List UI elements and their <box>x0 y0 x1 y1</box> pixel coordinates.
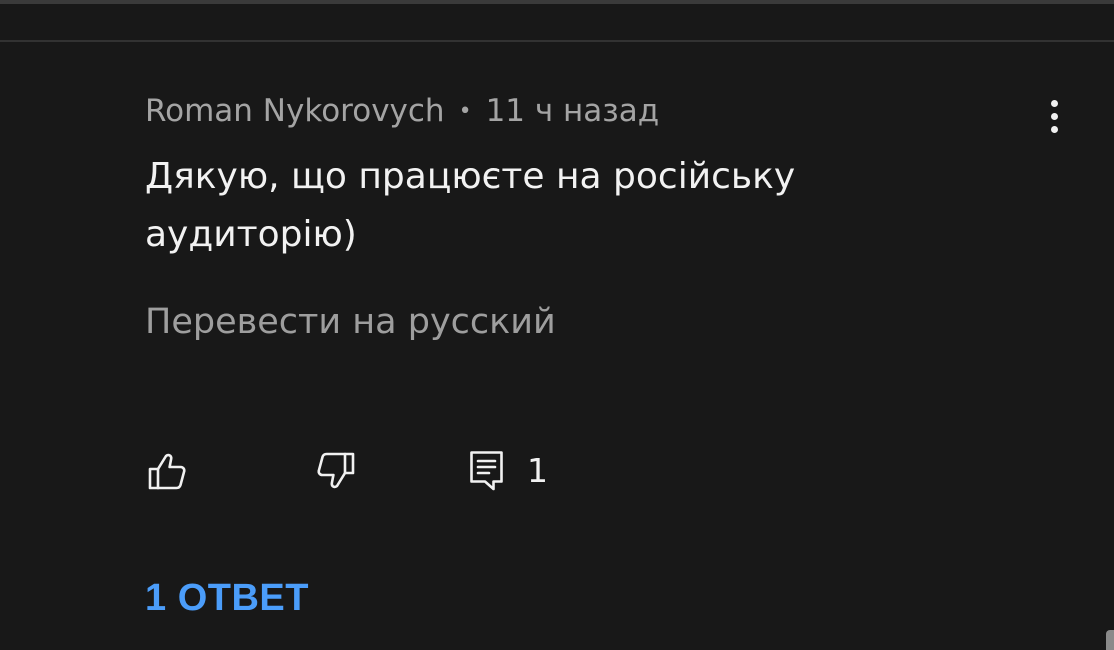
comment-text: Дякую, що працюєте на російську аудиторі… <box>145 156 796 255</box>
reply-count: 1 <box>527 451 548 490</box>
like-button[interactable] <box>147 451 187 491</box>
author-name[interactable]: Roman Nykorovych <box>145 90 445 132</box>
top-divider <box>0 40 1114 42</box>
translate-button[interactable]: Перевести на русский <box>145 298 1025 346</box>
more-options-button[interactable] <box>1034 96 1074 136</box>
meta-separator: • <box>458 99 472 124</box>
comment-thread: Roman Nykorovych • 11 ч назад Дякую, що … <box>145 90 1025 346</box>
scrollbar-thumb[interactable] <box>1106 630 1114 650</box>
comment-icon <box>470 451 503 491</box>
comment-header: Roman Nykorovych • 11 ч назад <box>145 90 1025 132</box>
top-edge-bar <box>0 0 1114 4</box>
comment-page: Roman Nykorovych • 11 ч назад Дякую, що … <box>0 0 1114 650</box>
more-vertical-icon-dot <box>1050 125 1058 133</box>
dislike-button[interactable] <box>316 451 356 491</box>
view-replies-button[interactable]: 1 ОТВЕТ <box>145 575 309 621</box>
comment-timestamp[interactable]: 11 ч назад <box>486 90 660 132</box>
reply-button[interactable]: 1 <box>469 451 548 491</box>
thumbs-down-icon <box>317 452 355 489</box>
thumbs-up-icon <box>148 453 186 490</box>
more-vertical-icon <box>1050 99 1058 107</box>
more-vertical-icon-dot <box>1050 112 1058 120</box>
